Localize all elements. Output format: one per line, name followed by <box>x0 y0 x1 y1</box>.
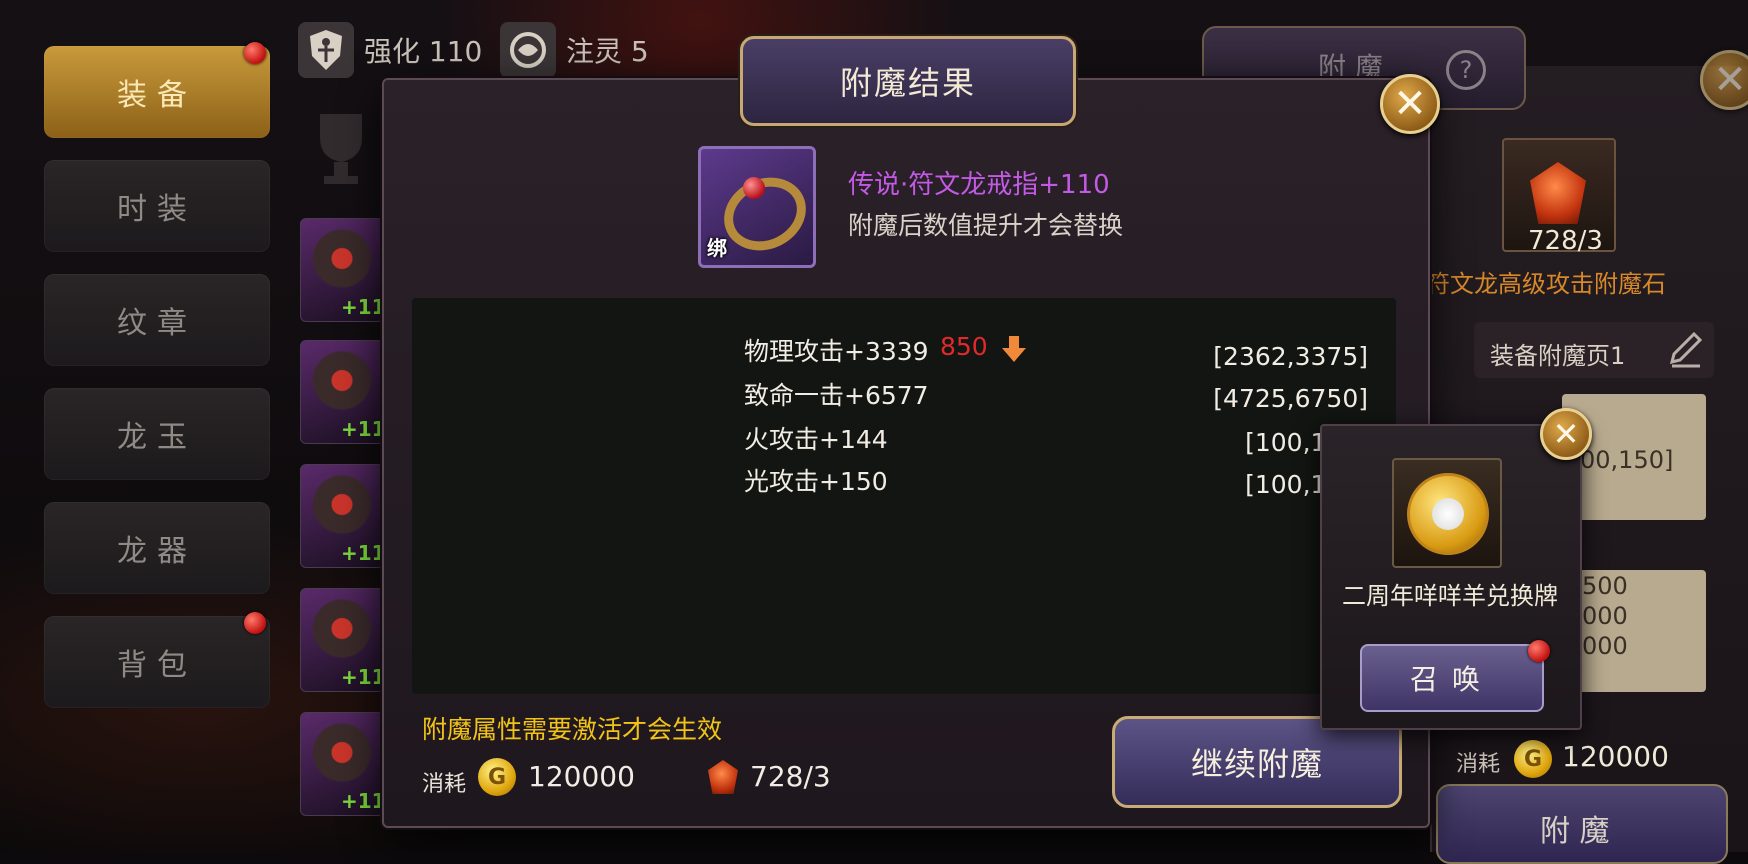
exchange-token-icon[interactable] <box>1392 458 1502 568</box>
side-cost-label: 消耗 <box>1456 752 1501 777</box>
stat-critical-hit-range: [4725,6750] <box>1213 384 1368 413</box>
equipment-slot-helmet[interactable]: +11 <box>300 218 384 322</box>
ring-item-icon[interactable]: 绑 <box>698 146 816 268</box>
activation-note: 附魔属性需要激活才会生效 <box>422 715 723 744</box>
stat-light-attack: 光攻击+150 <box>744 467 888 496</box>
tab-backpack[interactable]: 背包 <box>44 616 270 708</box>
enhance-level: +11 <box>341 789 384 813</box>
stat-fire-attack: 火攻击+144 <box>744 425 888 454</box>
notification-dot <box>1528 640 1550 662</box>
side-stone-count: 728/3 <box>1528 226 1603 256</box>
popup-close-button[interactable]: ✕ <box>1540 408 1592 460</box>
strengthen-chip: 强化 110 <box>298 22 482 78</box>
enchant-stone-icon <box>1530 162 1586 224</box>
stat-physical-attack-range: [2362,3375] <box>1213 342 1368 371</box>
tab-equipment[interactable]: 装备 <box>44 46 270 138</box>
pencil-icon[interactable] <box>1668 330 1704 370</box>
enchant-page-label: 装备附魔页1 <box>1490 342 1626 370</box>
summon-button[interactable]: 召唤 <box>1360 644 1544 712</box>
stat-physical-attack: 物理攻击+3339 <box>744 337 929 366</box>
gold-coin-icon: G <box>478 758 516 796</box>
side-card-1-text: 00,150] <box>1580 446 1674 474</box>
strengthen-label: 强化 110 <box>364 35 483 68</box>
enhance-level: +11 <box>341 665 384 689</box>
bound-tag: 绑 <box>707 236 727 260</box>
enhance-level: +11 <box>341 541 384 565</box>
side-card-2-line-1: 500 <box>1582 572 1628 600</box>
medal-icon <box>1407 473 1489 555</box>
gem-icon <box>743 177 765 199</box>
side-card-2-line-2: 000 <box>1582 602 1628 630</box>
side-enchant-button-label: 附 魔 <box>1540 814 1610 849</box>
tab-emblem[interactable]: 纹章 <box>44 274 270 366</box>
tab-dragon-jade[interactable]: 龙玉 <box>44 388 270 480</box>
spiral-emblem-icon <box>500 22 556 78</box>
spirit-chip: 注灵 5 <box>500 22 649 78</box>
down-arrow-icon <box>1000 334 1028 364</box>
spirit-label: 注灵 5 <box>566 35 649 68</box>
item-note: 附魔后数值提升才会替换 <box>848 211 1124 240</box>
equipment-slot-belt[interactable]: +11 <box>300 588 384 692</box>
stat-physical-attack-delta: 850 <box>940 332 988 361</box>
side-stone-name: 符文龙高级攻击附魔石 <box>1426 270 1666 298</box>
side-card-2-line-3: 000 <box>1582 632 1628 660</box>
enhance-level: +11 <box>341 417 384 441</box>
cost-label: 消耗 <box>422 772 467 797</box>
enhance-level: +11 <box>341 295 384 319</box>
notification-dot <box>244 42 266 64</box>
stone-count: 728/3 <box>750 760 831 793</box>
sheep-icon <box>1432 498 1464 530</box>
tab-dragon-artifact[interactable]: 龙器 <box>44 502 270 594</box>
trophy-icon <box>300 104 382 190</box>
equipment-slot-armor[interactable]: +11 <box>300 340 384 444</box>
notification-dot <box>244 612 266 634</box>
shield-figure-icon <box>298 22 354 78</box>
dialog-close-button[interactable]: ✕ <box>1380 74 1440 134</box>
gold-cost: 120000 <box>528 760 635 793</box>
help-icon[interactable]: ? <box>1446 50 1486 90</box>
tab-fashion[interactable]: 时装 <box>44 160 270 252</box>
popup-item-name: 二周年咩咩羊兑换牌 <box>1342 582 1558 610</box>
stat-critical-hit: 致命一击+6577 <box>744 381 929 410</box>
side-gold-cost: 120000 <box>1562 740 1669 773</box>
ring-icon <box>712 164 813 264</box>
dialog-title: 附魔结果 <box>740 36 1076 126</box>
gold-coin-icon: G <box>1514 740 1552 778</box>
item-name: 传说·符文龙戒指+110 <box>848 170 1110 200</box>
equipment-slot-boots[interactable]: +11 <box>300 712 384 816</box>
equipment-slot-gloves[interactable]: +11 <box>300 464 384 568</box>
